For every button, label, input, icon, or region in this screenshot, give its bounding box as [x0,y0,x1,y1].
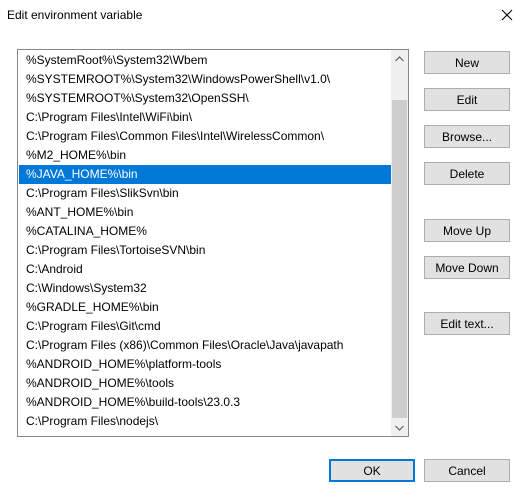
list-item[interactable]: %ANDROID_HOME%\platform-tools [19,355,391,374]
chevron-down-icon [395,425,404,431]
list-item[interactable]: C:\Program Files (x86)\Common Files\Orac… [19,336,391,355]
list-item[interactable]: C:\Program Files\Common Files\Intel\Wire… [19,127,391,146]
window-title: Edit environment variable [7,8,143,22]
list-item[interactable]: C:\Program Files\SlikSvn\bin [19,184,391,203]
list-item[interactable]: C:\Program Files\Intel\WiFi\bin\ [19,108,391,127]
title-bar: Edit environment variable [0,0,526,30]
list-item[interactable]: %SYSTEMROOT%\System32\OpenSSH\ [19,89,391,108]
vertical-scrollbar[interactable] [391,50,408,436]
scroll-thumb[interactable] [392,100,407,418]
ok-button[interactable]: OK [329,459,415,482]
list-item[interactable]: C:\Android [19,260,391,279]
list-item[interactable]: %ANDROID_HOME%\tools [19,374,391,393]
list-item[interactable]: %M2_HOME%\bin [19,146,391,165]
list-item[interactable]: %SYSTEMROOT%\System32\WindowsPowerShell\… [19,70,391,89]
list-item[interactable]: C:\Program Files\nodejs\ [19,412,391,431]
new-button[interactable]: New [424,51,510,74]
cancel-button[interactable]: Cancel [424,459,510,482]
list-item[interactable]: %JAVA_HOME%\bin [19,165,391,184]
scroll-down-button[interactable] [391,419,408,436]
close-button[interactable] [494,3,520,27]
list-item[interactable]: %ANDROID_HOME%\build-tools\23.0.3 [19,393,391,412]
list-item[interactable]: %SystemRoot%\System32\Wbem [19,51,391,70]
list-item[interactable]: %ANT_HOME%\bin [19,203,391,222]
move-down-button[interactable]: Move Down [424,256,510,279]
close-icon [501,9,513,21]
list-item[interactable]: %GRADLE_HOME%\bin [19,298,391,317]
list-item[interactable]: C:\Program Files\Git\cmd [19,317,391,336]
edit-button[interactable]: Edit [424,88,510,111]
move-up-button[interactable]: Move Up [424,219,510,242]
list-item[interactable]: %CATALINA_HOME% [19,222,391,241]
path-listbox[interactable]: %SystemRoot%\System32\Wbem %SYSTEMROOT%\S… [17,49,409,437]
delete-button[interactable]: Delete [424,162,510,185]
edit-text-button[interactable]: Edit text... [424,312,510,335]
scroll-up-button[interactable] [391,50,408,67]
chevron-up-icon [395,55,404,61]
browse-button[interactable]: Browse... [424,125,510,148]
list-item[interactable]: C:\Program Files\TortoiseSVN\bin [19,241,391,260]
path-list: %SystemRoot%\System32\Wbem %SYSTEMROOT%\S… [19,51,391,431]
list-item[interactable]: C:\Windows\System32 [19,279,391,298]
